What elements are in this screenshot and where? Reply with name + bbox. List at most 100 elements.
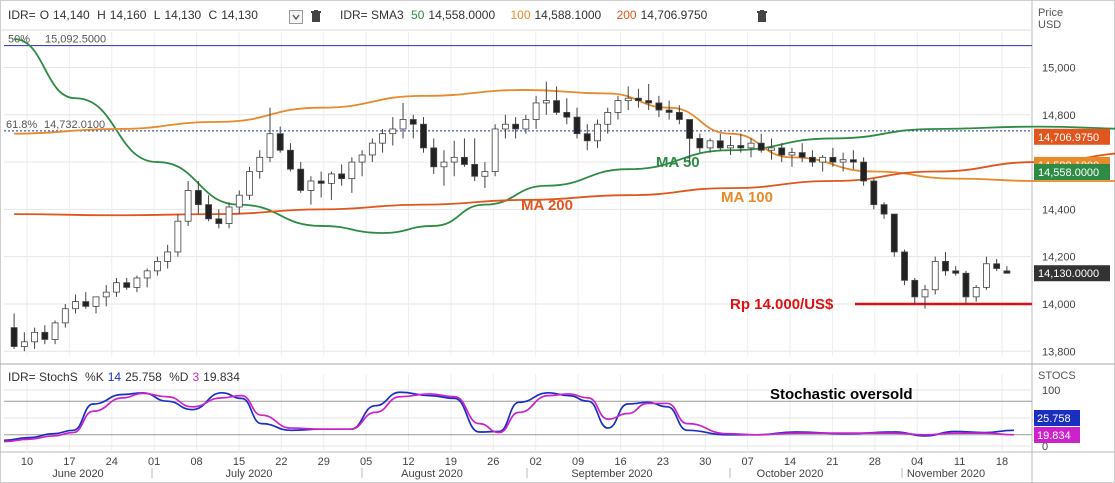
month-tick-label: July 2020 xyxy=(225,468,272,480)
candle-body xyxy=(798,152,806,158)
sma100-value: 14,588.1000 xyxy=(534,8,602,22)
day-tick-label: 23 xyxy=(657,456,669,468)
candle-body xyxy=(594,123,601,142)
candle-body xyxy=(522,119,530,130)
symbol-label: IDR= xyxy=(8,8,36,22)
candle xyxy=(246,166,253,200)
candle-body xyxy=(82,301,90,307)
candle-body xyxy=(348,161,356,180)
candle-body xyxy=(501,123,509,130)
open-label: O xyxy=(39,8,50,22)
candle-body xyxy=(768,147,775,151)
candle-body xyxy=(635,97,642,101)
ma200-label: MA 200 xyxy=(521,197,573,214)
candle-body xyxy=(983,263,990,288)
ma200-badge: 14,706.9750 xyxy=(1038,132,1099,144)
candle-body xyxy=(1003,270,1011,274)
day-tick-label: 07 xyxy=(742,456,754,468)
ohlc-header: IDR= O 14,140 H 14,160 L 14,130 C 14,130 xyxy=(8,8,262,22)
candle-body xyxy=(317,180,325,184)
candle-body xyxy=(461,156,468,165)
fib-618-label: 61.8% xyxy=(6,119,37,131)
stoch-d-period: 3 xyxy=(192,370,200,384)
day-tick-label: 22 xyxy=(275,456,287,468)
day-tick-label: 02 xyxy=(530,456,542,468)
price-axis-title: Price USD xyxy=(1038,7,1063,31)
sma-label: IDR= SMA3 xyxy=(340,8,404,22)
ma50-label: MA 50 xyxy=(656,154,700,171)
trash-icon[interactable] xyxy=(310,10,322,26)
candle-body xyxy=(41,331,49,340)
stoch-d-label: %D xyxy=(169,370,189,384)
sma50-value: 14,558.0000 xyxy=(428,8,496,22)
candle-body xyxy=(839,159,847,163)
candle-body xyxy=(890,213,898,253)
candle-body xyxy=(952,270,960,274)
stoch-label: IDR= StochS xyxy=(8,370,78,384)
candle-body xyxy=(61,308,69,324)
candle-body xyxy=(358,154,366,163)
candle-body xyxy=(327,173,335,184)
candle-body xyxy=(911,279,919,298)
price-axis-title-line2: USD xyxy=(1038,19,1062,31)
close-label: C xyxy=(208,8,218,22)
candle-body xyxy=(235,194,243,208)
candle-body xyxy=(297,168,305,191)
candle xyxy=(870,178,878,210)
price-tick-label: 14,800 xyxy=(1042,110,1076,122)
stoch-d-badge: 19.834 xyxy=(1037,430,1071,442)
candle-body xyxy=(205,204,212,220)
fib-50-value: 15,092.5000 xyxy=(45,34,106,46)
high-label: H xyxy=(97,8,106,22)
candle-body xyxy=(512,123,520,130)
candle xyxy=(491,124,499,177)
chevron-down-icon[interactable] xyxy=(289,10,303,24)
candle-body xyxy=(430,147,438,168)
candle-body xyxy=(450,156,458,163)
stoch-title: Stochastic oversold xyxy=(770,386,913,403)
candle-body xyxy=(849,159,857,163)
candle-body xyxy=(420,123,427,149)
candle-body xyxy=(256,156,264,172)
candle-body xyxy=(553,100,560,113)
day-tick-label: 19 xyxy=(445,456,457,468)
day-tick-label: 24 xyxy=(106,456,118,468)
candle-body xyxy=(194,190,202,206)
ma100-label: MA 100 xyxy=(721,189,773,206)
candle-body xyxy=(727,145,734,149)
stoch-axis-title: STOCS xyxy=(1038,370,1076,382)
stoch-header: IDR= StochS %K 14 25.758 %D 3 19.834 xyxy=(8,370,244,384)
price-tick-label: 14,200 xyxy=(1042,252,1076,264)
trash-icon[interactable] xyxy=(756,10,768,26)
candle-body xyxy=(440,161,448,168)
candle-body xyxy=(686,119,694,139)
candle-body xyxy=(123,282,131,288)
candle-body xyxy=(573,116,581,135)
day-tick-label: 28 xyxy=(869,456,881,468)
month-tick-label: August 2020 xyxy=(401,468,463,480)
candle-body xyxy=(287,149,294,170)
candle-body xyxy=(542,100,550,104)
day-tick-label: 11 xyxy=(954,456,965,468)
candle-body xyxy=(931,261,939,291)
candle-body xyxy=(164,251,172,262)
support-label: Rp 14.000/US$ xyxy=(730,296,834,313)
day-tick-label: 16 xyxy=(614,456,626,468)
day-tick-label: 04 xyxy=(911,456,923,468)
stoch-k-label: %K xyxy=(85,370,104,384)
candle-body xyxy=(389,128,397,135)
day-tick-label: 30 xyxy=(699,456,711,468)
candle-body xyxy=(215,218,223,224)
close-value: 14,130 xyxy=(221,8,258,22)
candle-body xyxy=(225,206,233,224)
candle-body xyxy=(532,102,540,120)
day-tick-label: 18 xyxy=(996,456,1008,468)
candle-body xyxy=(174,220,182,253)
stoch-k-value: 25.758 xyxy=(125,370,162,384)
stoch-k-badge: 25.758 xyxy=(1037,413,1071,425)
sma100-period: 100 xyxy=(510,8,531,22)
day-tick-label: 21 xyxy=(826,456,838,468)
panes xyxy=(0,0,1115,483)
candle xyxy=(901,249,908,286)
candle-body xyxy=(246,171,253,196)
